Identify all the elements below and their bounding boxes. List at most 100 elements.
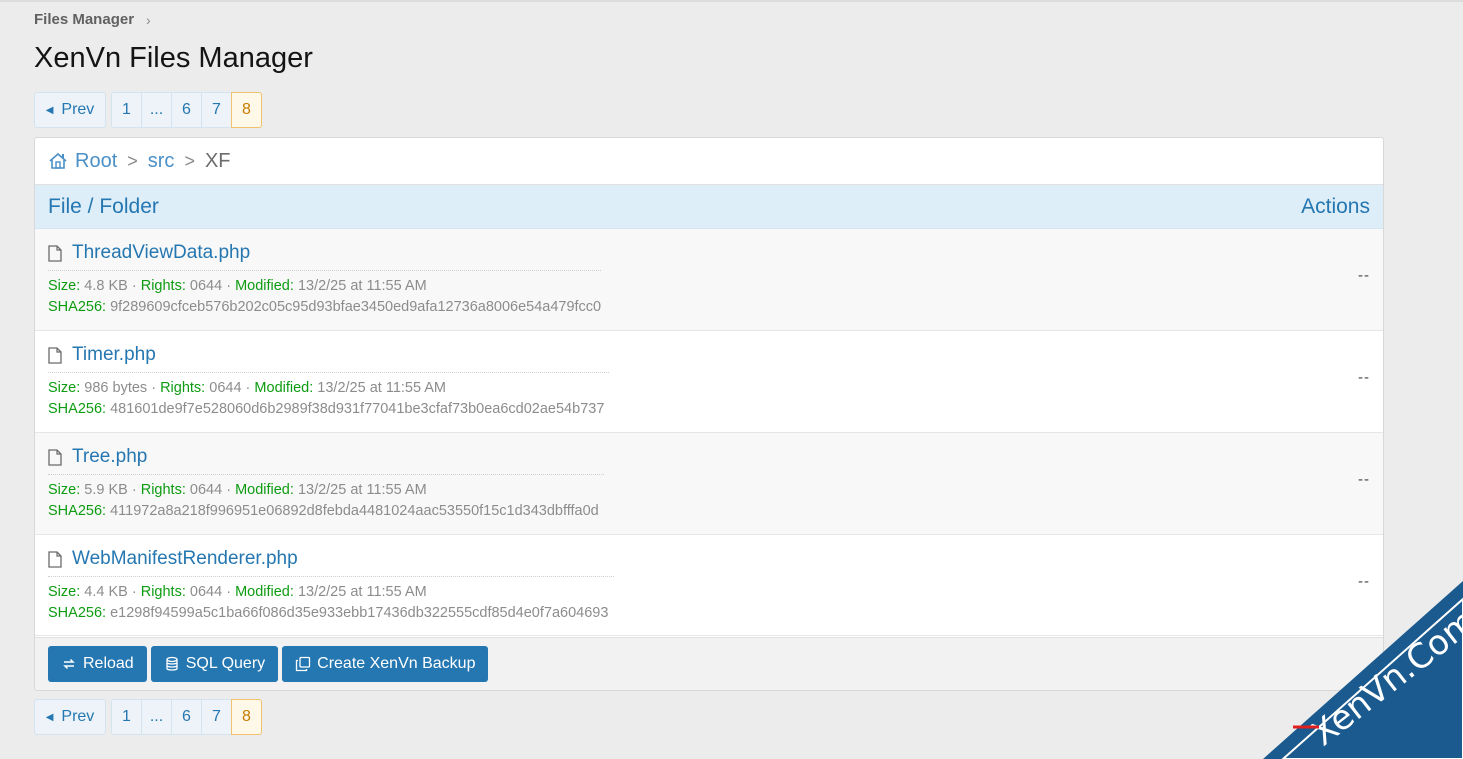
row-actions[interactable]: -- [1358,267,1370,284]
row-actions[interactable]: -- [1358,369,1370,386]
page-link-6[interactable]: 6 [171,699,202,735]
sha-label: SHA256: [48,299,107,315]
size-value: 5.9 KB [84,482,128,498]
sql-query-label: SQL Query [185,655,266,672]
create-backup-label: Create XenVn Backup [317,655,476,672]
column-actions: Actions [1301,194,1370,218]
page-link-7[interactable]: 7 [201,699,232,735]
size-value: 4.4 KB [84,584,128,600]
file-icon [48,448,62,466]
create-backup-button[interactable]: Create XenVn Backup [282,646,489,682]
file-sha: SHA256: 9f289609cfceb576b202c05c95d93bfa… [48,299,601,315]
file-name[interactable]: WebManifestRenderer.php [72,548,298,570]
dotted-divider [48,474,604,475]
dot-separator: · [131,278,137,294]
page-link-ellipsis[interactable]: ... [141,699,172,735]
pagination-bottom: ◀ Prev 1 ... 6 7 8 [34,699,262,735]
modified-value: 13/2/25 at 11:55 AM [297,584,427,600]
page-link-7[interactable]: 7 [201,92,232,128]
size-label: Size: [48,482,81,498]
pagination-top: ◀ Prev 1 ... 6 7 8 [34,92,262,128]
sha-value: e1298f94599a5c1ba66f086d35e933ebb17436db… [110,605,609,621]
sha-label: SHA256: [48,401,107,417]
path-breadcrumb: Root > src > XF [35,138,1383,185]
chevron-right-icon: › [146,11,151,28]
dot-separator: · [131,584,137,600]
rights-label: Rights: [140,482,186,498]
size-value: 986 bytes [84,380,148,396]
rights-value: 0644 [189,278,223,294]
modified-label: Modified: [235,482,294,498]
file-meta: Size: 5.9 KB · Rights: 0644 · Modified: … [48,482,427,498]
modified-label: Modified: [254,380,314,396]
file-sha: SHA256: 481601de9f7e528060d6b2989f38d931… [48,401,604,417]
column-file-folder: File / Folder [48,194,159,218]
file-name-link[interactable]: ThreadViewData.php [48,242,250,264]
path-src-link[interactable]: src [148,150,175,173]
file-name-link[interactable]: WebManifestRenderer.php [48,548,298,570]
refresh-icon [63,658,75,670]
modified-value: 13/2/25 at 11:55 AM [317,380,447,396]
row-actions[interactable]: -- [1358,471,1370,488]
prev-button[interactable]: ◀ Prev [34,699,106,735]
dotted-divider [48,576,614,577]
page-title: XenVn Files Manager [34,42,313,74]
modified-label: Modified: [235,278,294,294]
file-name[interactable]: ThreadViewData.php [72,242,250,264]
path-current: XF [204,149,231,172]
sha-value: 411972a8a218f996951e06892d8febda4481024a… [110,503,599,519]
rights-value: 0644 [209,380,242,396]
file-sha: SHA256: e1298f94599a5c1ba66f086d35e933eb… [48,605,608,621]
path-root-link[interactable]: Root [75,150,117,173]
rights-value: 0644 [189,482,223,498]
caret-left-icon: ◀ [45,104,54,116]
sha-label: SHA256: [48,605,107,621]
sha-value: 9f289609cfceb576b202c05c95d93bfae3450ed9… [110,299,602,315]
sql-query-button[interactable]: SQL Query [150,646,279,682]
file-icon [48,346,62,364]
breadcrumb-label[interactable]: Files Manager [34,11,134,28]
file-icon [48,550,62,568]
file-sha: SHA256: 411972a8a218f996951e06892d8febda… [48,503,599,519]
page-link-ellipsis[interactable]: ... [141,92,172,128]
file-list: ThreadViewData.php Size: 4.8 KB · Rights… [35,229,1383,636]
copy-icon [295,656,311,672]
dot-separator: · [226,278,232,294]
dot-separator: · [226,584,232,600]
reload-button[interactable]: Reload [48,646,147,682]
dot-separator: · [245,380,251,396]
file-name[interactable]: Tree.php [72,446,147,468]
page-link-1[interactable]: 1 [111,699,142,735]
reload-label: Reload [83,655,134,672]
file-row: WebManifestRenderer.php Size: 4.4 KB · R… [35,535,1383,636]
breadcrumb[interactable]: Files Manager › [34,11,151,28]
file-meta: Size: 4.8 KB · Rights: 0644 · Modified: … [48,278,427,294]
action-toolbar: Reload SQL Query Create XenVn Backup [35,637,1383,690]
page-link-1[interactable]: 1 [111,92,142,128]
file-meta: Size: 986 bytes · Rights: 0644 · Modifie… [48,380,446,396]
file-name-link[interactable]: Timer.php [48,344,156,366]
size-label: Size: [48,584,81,600]
file-meta: Size: 4.4 KB · Rights: 0644 · Modified: … [48,584,427,600]
size-value: 4.8 KB [84,278,128,294]
file-row: ThreadViewData.php Size: 4.8 KB · Rights… [35,229,1383,331]
page-link-6[interactable]: 6 [171,92,202,128]
file-icon [48,244,62,262]
prev-label: Prev [61,708,95,725]
modified-label: Modified: [235,584,294,600]
dot-separator: · [131,482,137,498]
files-panel: Root > src > XF File / Folder Actions Th… [34,137,1384,691]
prev-button[interactable]: ◀ Prev [34,92,106,128]
table-header: File / Folder Actions [35,185,1383,229]
size-label: Size: [48,380,81,396]
file-name[interactable]: Timer.php [72,344,156,366]
file-name-link[interactable]: Tree.php [48,446,147,468]
file-row: Tree.php Size: 5.9 KB · Rights: 0644 · M… [35,433,1383,535]
sha-label: SHA256: [48,503,107,519]
page-link-current[interactable]: 8 [231,699,262,735]
rights-label: Rights: [140,278,186,294]
page-link-current[interactable]: 8 [231,92,262,128]
modified-value: 13/2/25 at 11:55 AM [297,278,427,294]
home-icon[interactable] [48,151,68,171]
dot-separator: · [226,482,232,498]
